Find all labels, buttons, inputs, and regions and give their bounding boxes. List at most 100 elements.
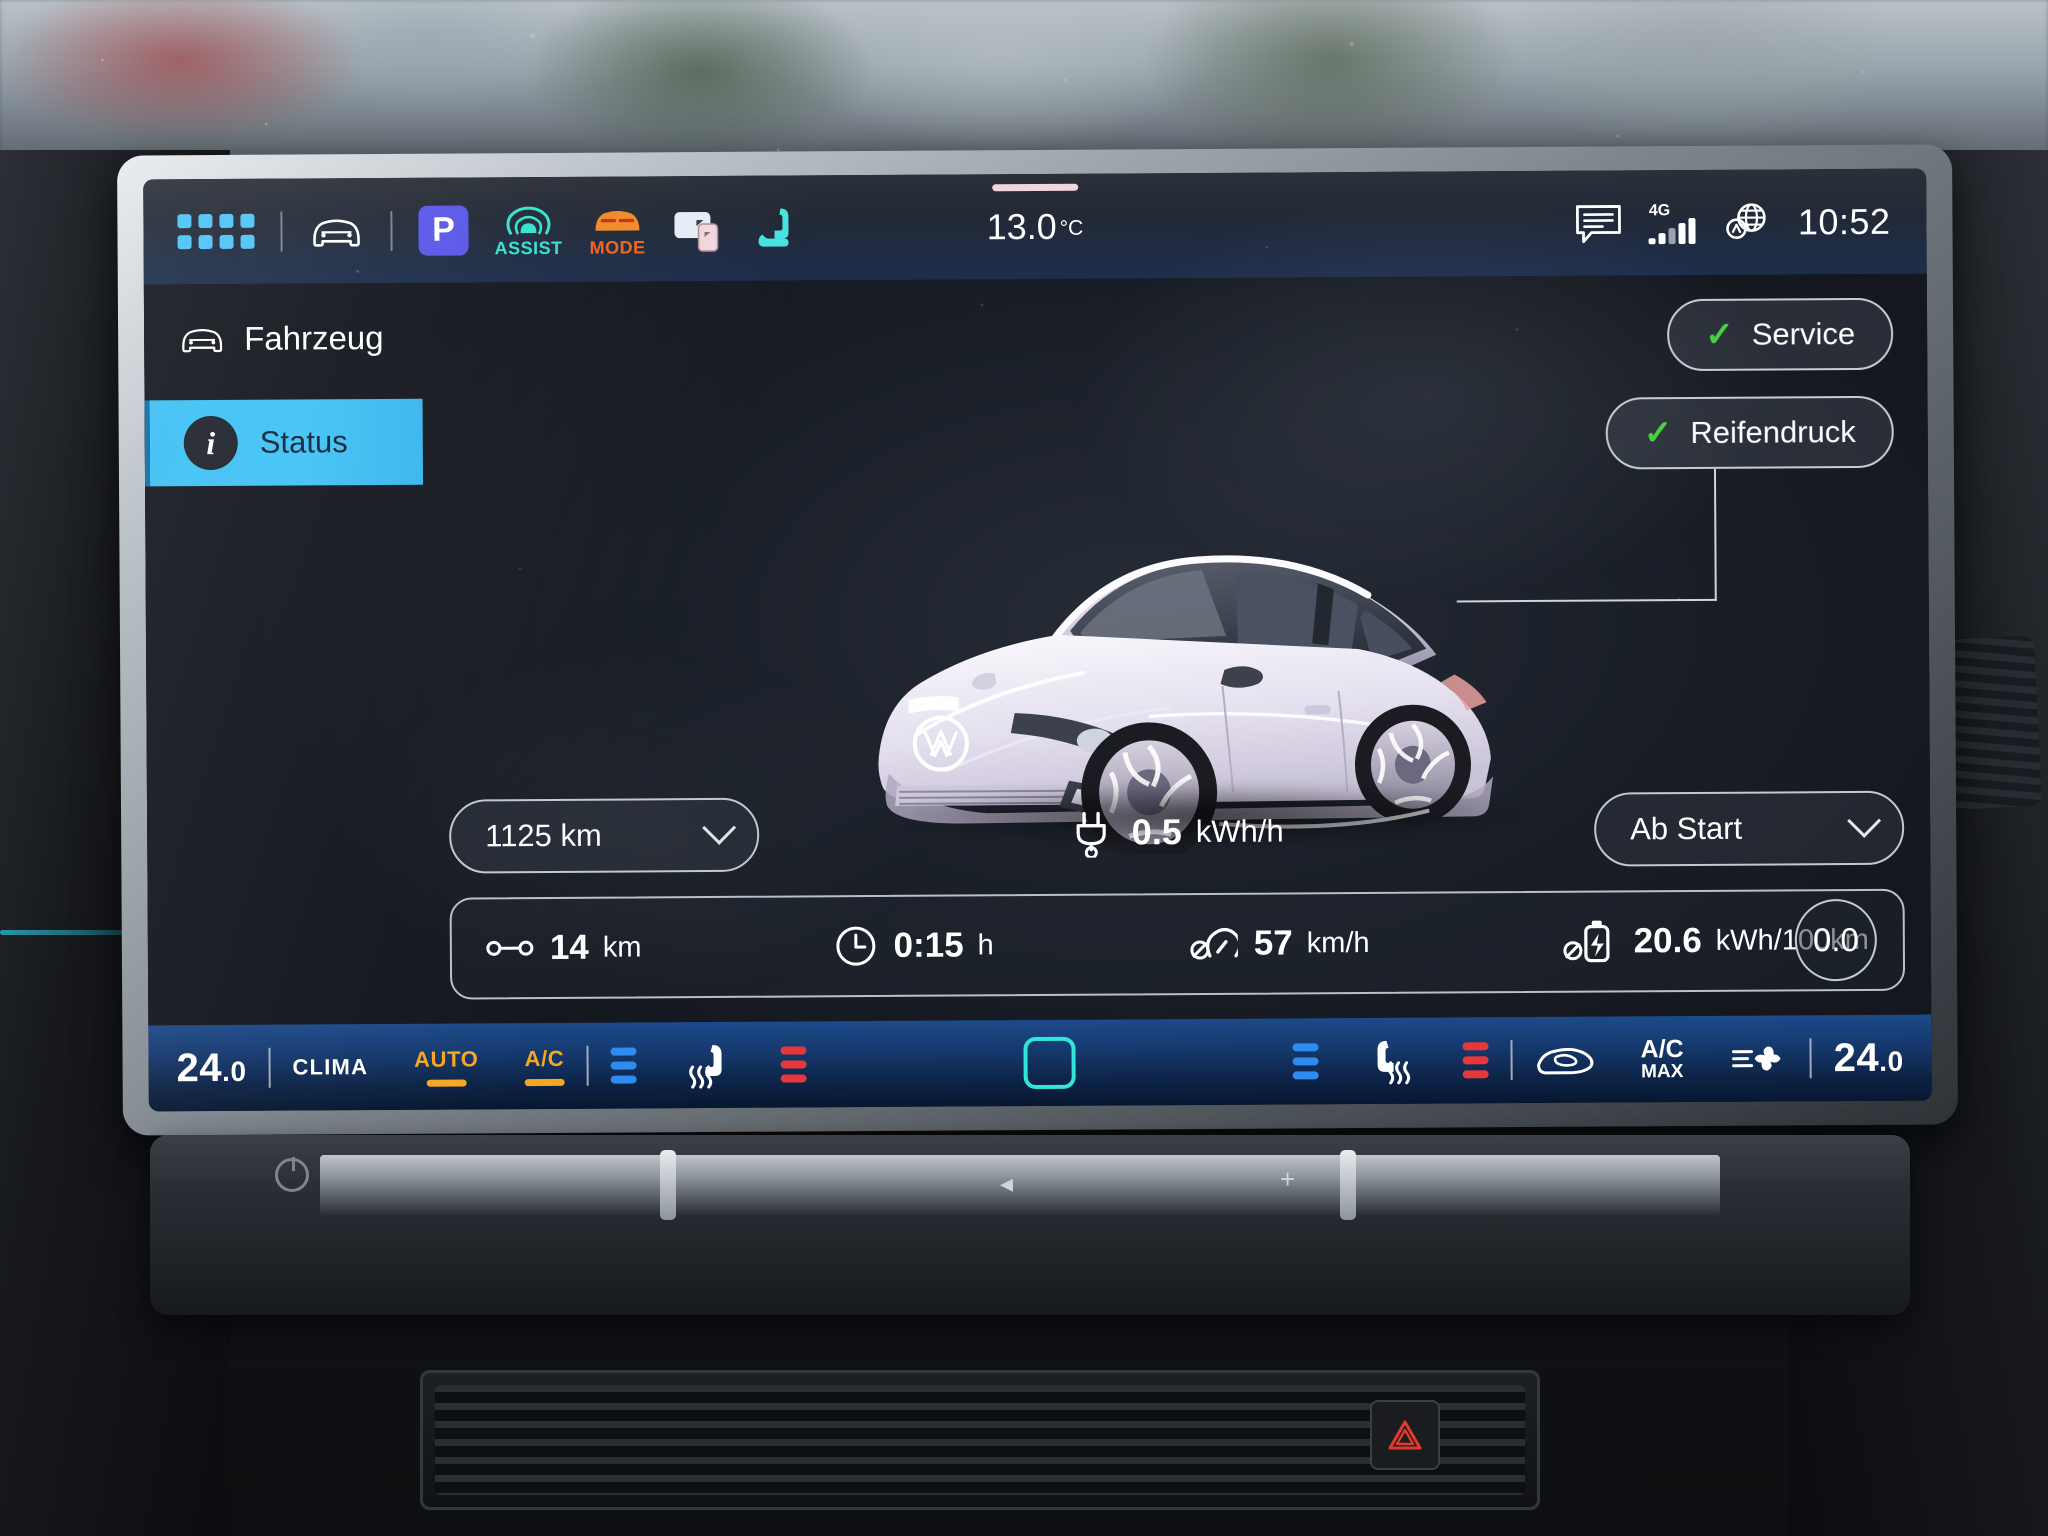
slider-handle-left[interactable]: [660, 1150, 676, 1220]
pull-down-handle[interactable]: [991, 183, 1078, 192]
speedometer-icon: [1190, 928, 1238, 960]
chevron-down-icon: [1847, 803, 1882, 838]
slider-handle-right[interactable]: [1340, 1150, 1356, 1220]
service-status-label: Service: [1751, 315, 1856, 352]
drive-mode-button[interactable]: MODE: [588, 202, 646, 258]
period-value: Ab Start: [1630, 810, 1743, 847]
phone-projection-icon[interactable]: [672, 205, 728, 252]
infotainment-display[interactable]: P ASSIST MODE 13.0 °C 4G 10:52 Fahrzeug …: [143, 168, 1932, 1112]
passenger-temperature[interactable]: 24.0: [1834, 1035, 1904, 1080]
climate-divider-1: [268, 1047, 271, 1088]
sidebar-item-label: Status: [259, 424, 348, 460]
stat-avg-speed-value: 57: [1253, 923, 1293, 963]
network-signal: 4G: [1648, 201, 1696, 244]
climate-divider-3: [1510, 1040, 1513, 1081]
power-button[interactable]: [275, 1157, 309, 1192]
metrics-row: 1125 km 0.5 kWh/h Ab Start: [425, 790, 1930, 874]
passenger-temperature-value: 24: [1833, 1035, 1880, 1080]
live-consumption-value: 0.5: [1131, 811, 1182, 853]
stat-distance-value: 14: [549, 927, 589, 967]
ac-button[interactable]: A/C: [524, 1045, 565, 1087]
passenger-seat-level-icon[interactable]: [1462, 1042, 1489, 1079]
driver-temperature[interactable]: 24.0: [176, 1045, 246, 1090]
infotainment-screen-bezel: P ASSIST MODE 13.0 °C 4G 10:52 Fahrzeug …: [117, 144, 1958, 1136]
stat-duration-value: 0:15: [893, 925, 964, 965]
clima-button[interactable]: CLIMA: [292, 1054, 368, 1080]
assist-label: ASSIST: [494, 237, 563, 258]
hazard-light-button[interactable]: [1370, 1400, 1440, 1470]
trip-stats-row: 14 km 0:15 h 57 km/h 20.6 kWh/100km 0.0: [449, 888, 1906, 1000]
outside-temperature: 13.0 °C: [987, 205, 1084, 248]
driver-seat-heating-icon[interactable]: [682, 1041, 734, 1089]
car-front-icon[interactable]: [308, 213, 364, 249]
stat-duration: 0:15 h: [833, 923, 994, 968]
car-front-icon: [182, 328, 223, 353]
volume-slider-strip[interactable]: [320, 1155, 1720, 1215]
volume-up-marker: +: [1280, 1164, 1296, 1194]
outside-temperature-value: 13.0: [986, 205, 1057, 247]
drive-mode-label: MODE: [589, 236, 646, 258]
trip-badge[interactable]: 0.0: [1794, 898, 1878, 982]
app-grid-icon[interactable]: [177, 213, 255, 250]
passenger-fan-level-icon[interactable]: [1292, 1043, 1319, 1080]
check-icon: ✓: [1705, 315, 1734, 354]
blower-icon[interactable]: [1730, 1041, 1788, 1075]
status-divider-2: [390, 210, 393, 251]
service-status-pill[interactable]: ✓ Service: [1667, 297, 1894, 372]
driver-fan-level-icon[interactable]: [610, 1047, 637, 1084]
signal-bars-icon: [1648, 217, 1696, 244]
ac-max-line2: MAX: [1641, 1061, 1684, 1083]
driver-seat-level-icon[interactable]: [780, 1046, 807, 1083]
ac-max-line1: A/C: [1640, 1034, 1684, 1064]
assist-button[interactable]: ASSIST: [494, 202, 563, 258]
tyre-leader-line-vertical: [1713, 468, 1717, 601]
status-divider-1: [280, 211, 283, 252]
passenger-seat-heating-icon[interactable]: [1365, 1037, 1417, 1085]
status-bar-right-group: 4G 10:52: [1575, 199, 1927, 245]
stat-distance-unit: km: [602, 930, 642, 964]
park-gear-badge[interactable]: P: [418, 204, 469, 256]
ac-label: A/C: [524, 1045, 565, 1072]
period-dropdown[interactable]: Ab Start: [1593, 790, 1905, 867]
tyre-pressure-status-pill[interactable]: ✓ Reifendruck: [1605, 395, 1894, 470]
range-dropdown[interactable]: 1125 km: [448, 797, 760, 874]
check-icon: ✓: [1643, 414, 1673, 453]
stat-duration-unit: h: [977, 928, 994, 961]
chevron-down-icon: [702, 810, 737, 845]
status-content: ✓ Service ✓ Reifendruck 1125 km 0.5 kWh/…: [422, 274, 1931, 1024]
sidebar-header: Fahrzeug: [144, 309, 422, 369]
assist-icon: [506, 206, 551, 235]
network-type-label: 4G: [1648, 201, 1671, 219]
driver-temperature-value: 24: [176, 1045, 223, 1090]
dashboard-photo-background: P ASSIST MODE 13.0 °C 4G 10:52 Fahrzeug …: [0, 0, 2048, 1536]
status-bar: P ASSIST MODE 13.0 °C 4G 10:52: [143, 168, 1927, 285]
passenger-temperature-decimal: .0: [1879, 1045, 1904, 1077]
stat-distance: 14 km: [486, 927, 642, 968]
distance-icon: [486, 940, 534, 956]
message-icon[interactable]: [1575, 202, 1623, 244]
battery-consumption-icon: [1563, 920, 1610, 963]
climate-sync-icon[interactable]: [1023, 1036, 1076, 1090]
globe-connectivity-icon[interactable]: [1722, 200, 1772, 244]
stat-avg-consumption-value: 20.6: [1633, 920, 1702, 961]
outside-temperature-unit: °C: [1059, 216, 1084, 240]
auto-label: AUTO: [413, 1046, 479, 1072]
range-value: 1125 km: [485, 817, 602, 854]
hazard-triangle-icon: [1388, 1420, 1422, 1450]
auto-active-indicator: [426, 1079, 467, 1087]
sidebar: Fahrzeug i Status: [144, 283, 427, 1026]
volume-down-marker: ◂: [1000, 1168, 1014, 1198]
live-consumption-unit: kWh/h: [1195, 813, 1284, 850]
ac-max-button[interactable]: A/C MAX: [1640, 1034, 1684, 1083]
ac-active-indicator: [524, 1078, 565, 1087]
status-bar-left-group: P ASSIST MODE: [143, 201, 800, 259]
climate-divider-2: [586, 1045, 589, 1086]
auto-button[interactable]: AUTO: [413, 1046, 479, 1087]
air-recirculation-icon[interactable]: [1535, 1043, 1595, 1077]
charging-plug-icon: [1076, 811, 1106, 858]
live-consumption: 0.5 kWh/h: [1070, 807, 1284, 858]
climate-divider-4: [1809, 1038, 1812, 1079]
sidebar-item-status[interactable]: i Status: [144, 398, 424, 487]
seat-icon[interactable]: [754, 204, 800, 252]
tyre-pressure-status-label: Reifendruck: [1690, 413, 1856, 451]
